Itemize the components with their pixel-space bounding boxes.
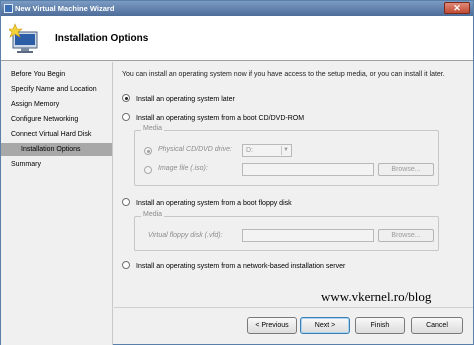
radio-install-later[interactable] [122,94,130,102]
radio-physical-drive [144,147,152,155]
step-summary[interactable]: Summary [1,158,112,171]
step-assign-memory[interactable]: Assign Memory [1,98,112,111]
option-install-floppy-label: Install an operating system from a boot … [136,200,292,207]
next-button[interactable]: Next > [300,317,350,334]
image-file-field [242,163,374,176]
floppy-disk-label: Virtual floppy disk (.vfd): [148,232,223,239]
previous-button[interactable]: < Previous [247,317,297,334]
close-button[interactable]: ✕ [444,2,470,14]
cancel-button[interactable]: Cancel [411,317,463,334]
virtual-machine-icon [9,23,38,53]
option-install-later-label: Install an operating system later [136,96,235,103]
radio-install-cd[interactable] [122,113,130,121]
image-file-label: Image file (.iso): [158,165,208,172]
physical-drive-select: D: ▼ [242,144,292,157]
radio-image-file [144,166,152,174]
step-configure-networking[interactable]: Configure Networking [1,113,112,126]
option-install-later[interactable]: Install an operating system later [122,94,235,105]
watermark-text: www.vkernel.ro/blog [321,289,432,304]
intro-text: You can install an operating system now … [122,71,445,78]
page-title: Installation Options [55,33,149,44]
option-install-floppy[interactable]: Install an operating system from a boot … [122,198,292,209]
content-pane: You can install an operating system now … [114,62,473,312]
step-specify-name-location[interactable]: Specify Name and Location [1,83,112,96]
option-install-network-label: Install an operating system from a netwo… [136,263,346,270]
physical-drive-label: Physical CD/DVD drive: [158,146,232,153]
option-install-network[interactable]: Install an operating system from a netwo… [122,261,345,272]
floppy-media-group-label: Media [141,211,165,218]
radio-install-floppy[interactable] [122,198,130,206]
floppy-disk-field [242,229,374,242]
cd-media-group-label: Media [141,125,165,132]
cd-browse-button: Browse... [378,163,434,176]
window-icon [4,4,13,13]
step-installation-options[interactable]: Installation Options [1,143,112,156]
wizard-steps: Before You Begin Specify Name and Locati… [1,62,113,345]
finish-button[interactable]: Finish [355,317,405,334]
chevron-down-icon: ▼ [281,146,290,155]
window-title: New Virtual Machine Wizard [15,4,115,13]
floppy-browse-button: Browse... [378,229,434,242]
option-install-cd-label: Install an operating system from a boot … [136,115,305,122]
title-bar[interactable]: New Virtual Machine Wizard ✕ [1,1,473,16]
footer-divider [114,307,473,308]
floppy-media-group: Media Virtual floppy disk (.vfd): Browse… [134,211,439,251]
physical-drive-value: D: [246,147,253,154]
radio-install-network[interactable] [122,261,130,269]
wizard-window: New Virtual Machine Wizard ✕ Installatio… [0,0,474,345]
step-before-you-begin[interactable]: Before You Begin [1,68,112,81]
step-connect-virtual-hard-disk[interactable]: Connect Virtual Hard Disk [1,128,112,141]
option-install-cd[interactable]: Install an operating system from a boot … [122,113,304,124]
wizard-header: Installation Options [1,16,473,61]
cd-media-group: Media Physical CD/DVD drive: D: ▼ Image … [134,125,439,186]
